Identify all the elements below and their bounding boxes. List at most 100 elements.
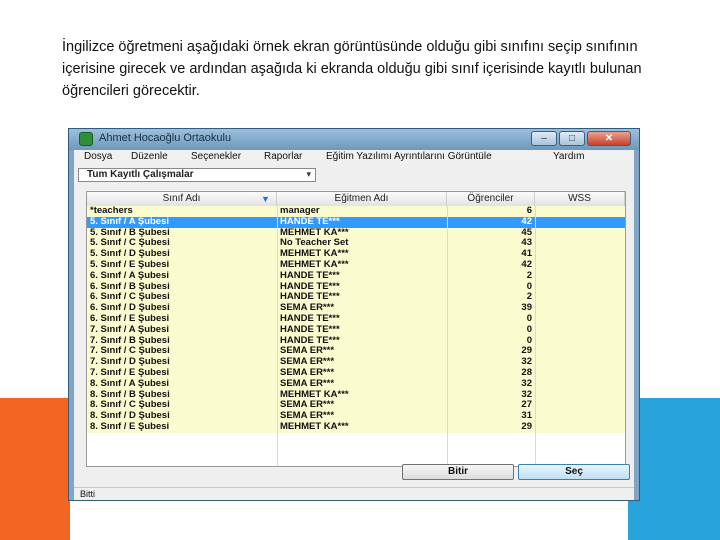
cell-teacher-name: SEMA ER*** [280, 411, 335, 422]
menu-item-egitim-yazilimi[interactable]: Eğitim Yazılımı Ayrıntılarını Görüntüle [326, 151, 492, 162]
table-row[interactable]: 8. Sınıf / A Şubesi SEMA ER*** 32 [87, 378, 625, 390]
column-divider [535, 206, 536, 466]
cell-wss [539, 336, 619, 347]
cell-student-count: 45 [521, 227, 532, 238]
cell-teacher-name: HANDE TE*** [280, 292, 340, 303]
table-row[interactable]: 8. Sınıf / C Şubesi SEMA ER*** 27 [87, 400, 625, 412]
table-row[interactable]: 8. Sınıf / B Şubesi MEHMET KA*** 32 [87, 389, 625, 401]
cell-teacher-name: MEHMET KA*** [280, 389, 349, 400]
cell-teacher-name: SEMA ER*** [280, 367, 335, 378]
cell-teacher-name: HANDE TE*** [280, 216, 340, 227]
cell-class-name: 5. Sınıf / B Şubesi [90, 227, 170, 238]
table-row[interactable]: 6. Sınıf / C Şubesi HANDE TE*** 2 [87, 292, 625, 304]
cell-teacher-name: HANDE TE*** [280, 270, 340, 281]
table-row[interactable]: 7. Sınıf / D Şubesi SEMA ER*** 32 [87, 357, 625, 368]
cell-class-name: 6. Sınıf / D Şubesi [90, 303, 170, 314]
table-row[interactable]: 6. Sınıf / B Şubesi HANDE TE*** 0 [87, 281, 625, 293]
cell-wss [539, 228, 619, 239]
cell-wss [539, 400, 619, 411]
cell-teacher-name: SEMA ER*** [280, 400, 335, 411]
table-row[interactable]: 6. Sınıf / D Şubesi SEMA ER*** 39 [87, 303, 625, 314]
cell-wss [539, 249, 619, 260]
cell-class-name: 6. Sınıf / E Şubesi [90, 313, 170, 324]
menu-item-yardim[interactable]: Yardım [553, 151, 585, 162]
column-header-teacher[interactable]: Eğitmen Adı [277, 192, 447, 206]
table-row[interactable]: *teachers manager 6 [87, 206, 625, 217]
intro-paragraph: İngilizce öğretmeni aşağıdaki örnek ekra… [62, 39, 642, 99]
cell-student-count: 29 [521, 346, 532, 357]
cell-student-count: 0 [526, 281, 532, 292]
course-filter-value: Tum Kayıtlı Çalışmalar [87, 169, 194, 180]
table-body: *teachers manager 6 5. Sınıf / A Şubesi HAND… [87, 206, 625, 466]
select-button[interactable]: Seç [518, 464, 630, 480]
finish-button[interactable]: Bitir [402, 464, 514, 480]
sort-descending-icon: ▼ [261, 194, 270, 204]
decorative-orange-block [0, 398, 70, 540]
cell-wss [539, 368, 619, 379]
column-header-class[interactable]: Sınıf Adı [87, 192, 277, 206]
cell-class-name: 7. Sınıf / C Şubesi [90, 346, 170, 357]
cell-student-count: 6 [526, 206, 532, 216]
table-row[interactable]: 8. Sınıf / E Şubesi MEHMET KA*** 29 [87, 421, 625, 433]
cell-class-name: 7. Sınıf / E Şubesi [90, 367, 170, 378]
table-row[interactable]: 6. Sınıf / A Şubesi HANDE TE*** 2 [87, 270, 625, 282]
cell-wss [539, 282, 619, 293]
maximize-icon[interactable]: □ [559, 131, 585, 146]
menu-item-duzenle[interactable]: Düzenle [131, 151, 168, 162]
cell-wss [539, 206, 619, 217]
status-bar: Bitti [74, 487, 634, 500]
close-icon[interactable]: ✕ [587, 131, 631, 146]
cell-wss [539, 346, 619, 357]
menu-bar: Dosya Düzenle Seçenekler Raporlar Eğitim… [74, 150, 634, 165]
cell-wss [539, 314, 619, 325]
table-row[interactable]: 6. Sınıf / E Şubesi HANDE TE*** 0 [87, 313, 625, 325]
table-row[interactable]: 7. Sınıf / B Şubesi HANDE TE*** 0 [87, 335, 625, 347]
table-row[interactable]: 5. Sınıf / A Şubesi HANDE TE*** 42 [87, 216, 625, 228]
column-header-students[interactable]: Öğrenciler [447, 192, 535, 206]
table-row[interactable]: 5. Sınıf / E Şubesi MEHMET KA*** 42 [87, 259, 625, 271]
cell-student-count: 43 [521, 238, 532, 249]
cell-student-count: 31 [521, 411, 532, 422]
table-row[interactable]: 5. Sınıf / D Şubesi MEHMET KA*** 41 [87, 249, 625, 260]
cell-student-count: 2 [526, 270, 532, 281]
cell-class-name: 5. Sınıf / C Şubesi [90, 238, 170, 249]
column-header-wss[interactable]: WSS [535, 192, 625, 206]
cell-teacher-name: MEHMET KA*** [280, 249, 349, 260]
cell-student-count: 32 [521, 389, 532, 400]
cell-student-count: 0 [526, 324, 532, 335]
table-row[interactable]: 7. Sınıf / E Şubesi SEMA ER*** 28 [87, 367, 625, 379]
table-row[interactable]: 5. Sınıf / C Şubesi No Teacher Set 43 [87, 238, 625, 250]
cell-student-count: 41 [521, 249, 532, 260]
cell-class-name: 6. Sınıf / C Şubesi [90, 292, 170, 303]
cell-teacher-name: MEHMET KA*** [280, 227, 349, 238]
cell-wss [539, 422, 619, 433]
cell-student-count: 2 [526, 292, 532, 303]
menu-item-secenekler[interactable]: Seçenekler [191, 151, 241, 162]
app-window: Ahmet Hocaoğlu Ortaokulu – □ ✕ Dosya Düz… [68, 128, 640, 501]
cell-teacher-name: HANDE TE*** [280, 313, 340, 324]
cell-student-count: 42 [521, 259, 532, 270]
cell-wss [539, 390, 619, 401]
window-title: Ahmet Hocaoğlu Ortaokulu [99, 132, 232, 144]
cell-wss [539, 260, 619, 271]
cell-student-count: 32 [521, 378, 532, 389]
cell-class-name: 8. Sınıf / C Şubesi [90, 400, 170, 411]
menu-item-dosya[interactable]: Dosya [84, 151, 112, 162]
cell-student-count: 32 [521, 357, 532, 368]
title-bar[interactable]: Ahmet Hocaoğlu Ortaokulu – □ ✕ [69, 129, 639, 150]
table-row[interactable]: 7. Sınıf / C Şubesi SEMA ER*** 29 [87, 346, 625, 358]
table-row[interactable]: 5. Sınıf / B Şubesi MEHMET KA*** 45 [87, 227, 625, 239]
cell-student-count: 39 [521, 303, 532, 314]
cell-teacher-name: SEMA ER*** [280, 346, 335, 357]
cell-class-name: 5. Sınıf / E Şubesi [90, 259, 170, 270]
course-filter-dropdown[interactable]: Tum Kayıtlı Çalışmalar ▾ [78, 168, 316, 182]
minimize-icon[interactable]: – [531, 131, 557, 146]
column-divider [277, 206, 278, 466]
cell-teacher-name: HANDE TE*** [280, 281, 340, 292]
app-logo-icon [79, 132, 93, 146]
table-row[interactable]: 8. Sınıf / D Şubesi SEMA ER*** 31 [87, 411, 625, 422]
menu-item-raporlar[interactable]: Raporlar [264, 151, 302, 162]
cell-student-count: 0 [526, 335, 532, 346]
main-content: Tum Kayıtlı Çalışmalar ▾ Sınıf Adı ▼ Eği… [74, 165, 634, 474]
table-row[interactable]: 7. Sınıf / A Şubesi HANDE TE*** 0 [87, 324, 625, 336]
